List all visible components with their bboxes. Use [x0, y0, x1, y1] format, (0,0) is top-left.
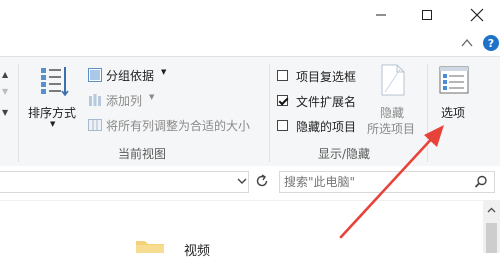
annotation-arrow — [339, 125, 444, 239]
